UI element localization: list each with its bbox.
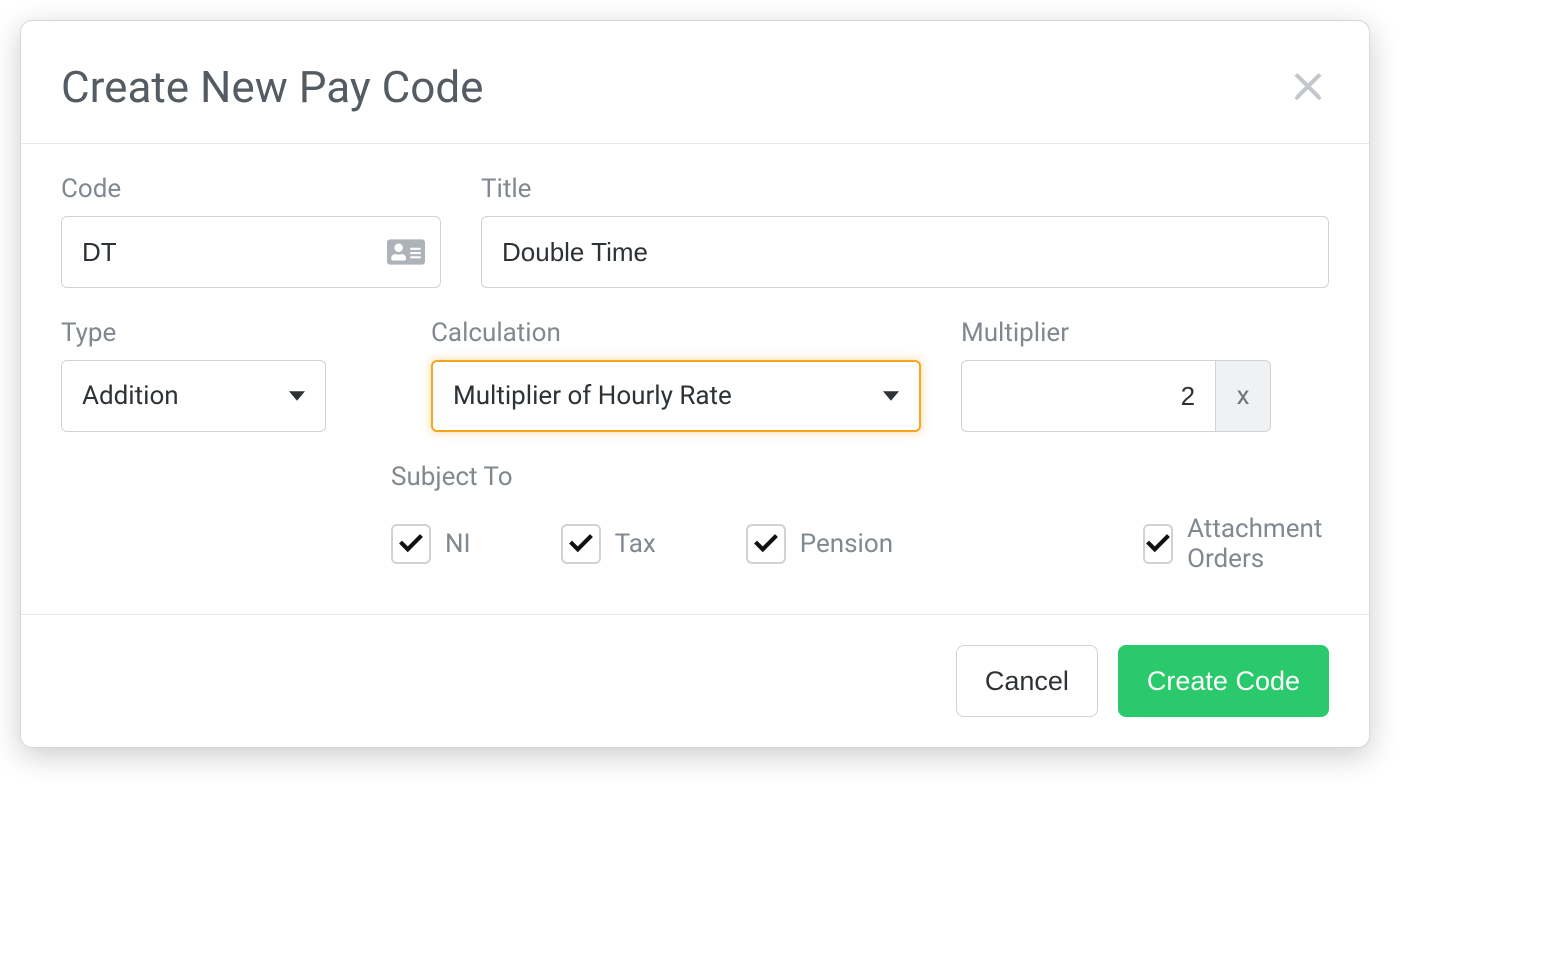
multiplier-suffix: x — [1215, 360, 1271, 432]
code-input-wrap — [61, 216, 441, 288]
chevron-down-icon — [289, 388, 305, 404]
chevron-down-icon — [883, 388, 899, 404]
checkbox-tax[interactable]: Tax — [561, 514, 656, 574]
modal-title: Create New Pay Code — [61, 61, 484, 113]
checkbox-box — [561, 524, 601, 564]
field-multiplier: Multiplier x — [961, 318, 1329, 432]
field-calculation: Calculation Multiplier of Hourly Rate — [431, 318, 921, 432]
multiplier-input[interactable] — [961, 360, 1215, 432]
code-label: Code — [61, 174, 441, 204]
checkbox-box — [391, 524, 431, 564]
checkbox-ni[interactable]: NI — [391, 514, 471, 574]
cancel-button[interactable]: Cancel — [956, 645, 1098, 717]
modal-body: Code Title Type Addition — [21, 144, 1369, 614]
checkbox-tax-label: Tax — [615, 529, 656, 559]
field-type: Type Addition — [61, 318, 326, 432]
calculation-select[interactable]: Multiplier of Hourly Rate — [431, 360, 921, 432]
field-title: Title — [481, 174, 1329, 288]
row-code-title: Code Title — [61, 174, 1329, 288]
subject-to-label: Subject To — [391, 462, 1329, 492]
modal-footer: Cancel Create Code — [21, 614, 1369, 747]
create-pay-code-modal: Create New Pay Code Code Title — [20, 20, 1370, 748]
close-icon — [1287, 65, 1329, 110]
code-input[interactable] — [61, 216, 441, 288]
check-icon — [753, 531, 779, 557]
calculation-selected-value: Multiplier of Hourly Rate — [453, 381, 732, 411]
check-icon — [568, 531, 594, 557]
title-input[interactable] — [481, 216, 1329, 288]
field-code: Code — [61, 174, 441, 288]
checkbox-pension[interactable]: Pension — [746, 514, 893, 574]
checkbox-ni-label: NI — [445, 529, 471, 559]
multiplier-label: Multiplier — [961, 318, 1329, 348]
row-type-calc-mult: Type Addition Calculation Multiplier of … — [61, 318, 1329, 432]
title-label: Title — [481, 174, 1329, 204]
type-selected-value: Addition — [82, 381, 179, 411]
close-button[interactable] — [1287, 65, 1329, 110]
modal-header: Create New Pay Code — [21, 21, 1369, 144]
check-icon — [1145, 531, 1171, 557]
multiplier-wrap: x — [961, 360, 1271, 432]
checkbox-box — [1143, 524, 1173, 564]
checks-row: NI Tax Pension — [391, 514, 1329, 574]
type-select[interactable]: Addition — [61, 360, 326, 432]
calculation-label: Calculation — [431, 318, 921, 348]
check-icon — [398, 531, 424, 557]
subject-to-section: Subject To NI Tax — [391, 462, 1329, 574]
checkbox-box — [746, 524, 786, 564]
create-code-button[interactable]: Create Code — [1118, 645, 1329, 717]
type-label: Type — [61, 318, 326, 348]
checkbox-attachment-label: Attachment Orders — [1187, 514, 1332, 574]
checkbox-pension-label: Pension — [800, 529, 893, 559]
id-card-icon — [387, 237, 425, 267]
checkbox-attachment-orders[interactable]: Attachment Orders — [1143, 514, 1332, 574]
